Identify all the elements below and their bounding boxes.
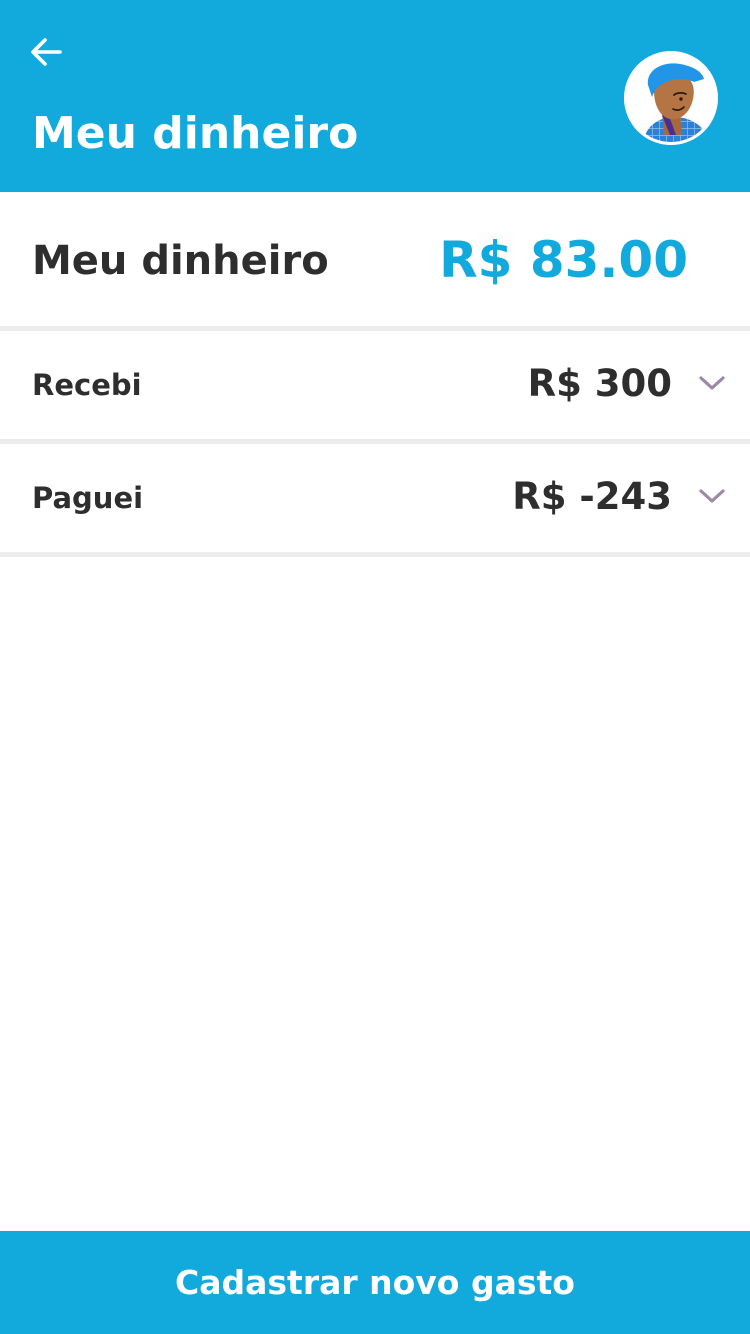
user-avatar-illustration (624, 51, 718, 145)
chevron-down-icon[interactable] (697, 486, 727, 506)
chevron-down-icon[interactable] (697, 373, 727, 393)
app-header: Meu dinheiro (0, 0, 750, 192)
avatar[interactable] (624, 51, 718, 145)
add-expense-button[interactable]: Cadastrar novo gasto (0, 1231, 750, 1334)
back-button[interactable] (22, 30, 70, 74)
accordion-row-recebi[interactable]: Recebi R$ 300 (0, 331, 750, 439)
balance-label: Meu dinheiro (32, 238, 329, 284)
balance-value: R$ 83.00 (439, 231, 688, 289)
row-label: Recebi (32, 368, 142, 402)
arrow-left-icon (31, 38, 62, 66)
add-expense-button-label: Cadastrar novo gasto (175, 1262, 575, 1302)
divider (0, 552, 750, 557)
balance-summary: Meu dinheiro R$ 83.00 (0, 197, 750, 326)
row-value: R$ 300 (527, 362, 672, 405)
row-label: Paguei (32, 481, 144, 515)
accordion-row-paguei[interactable]: Paguei R$ -243 (0, 444, 750, 552)
row-value: R$ -243 (512, 475, 672, 518)
page-title: Meu dinheiro (32, 108, 359, 159)
